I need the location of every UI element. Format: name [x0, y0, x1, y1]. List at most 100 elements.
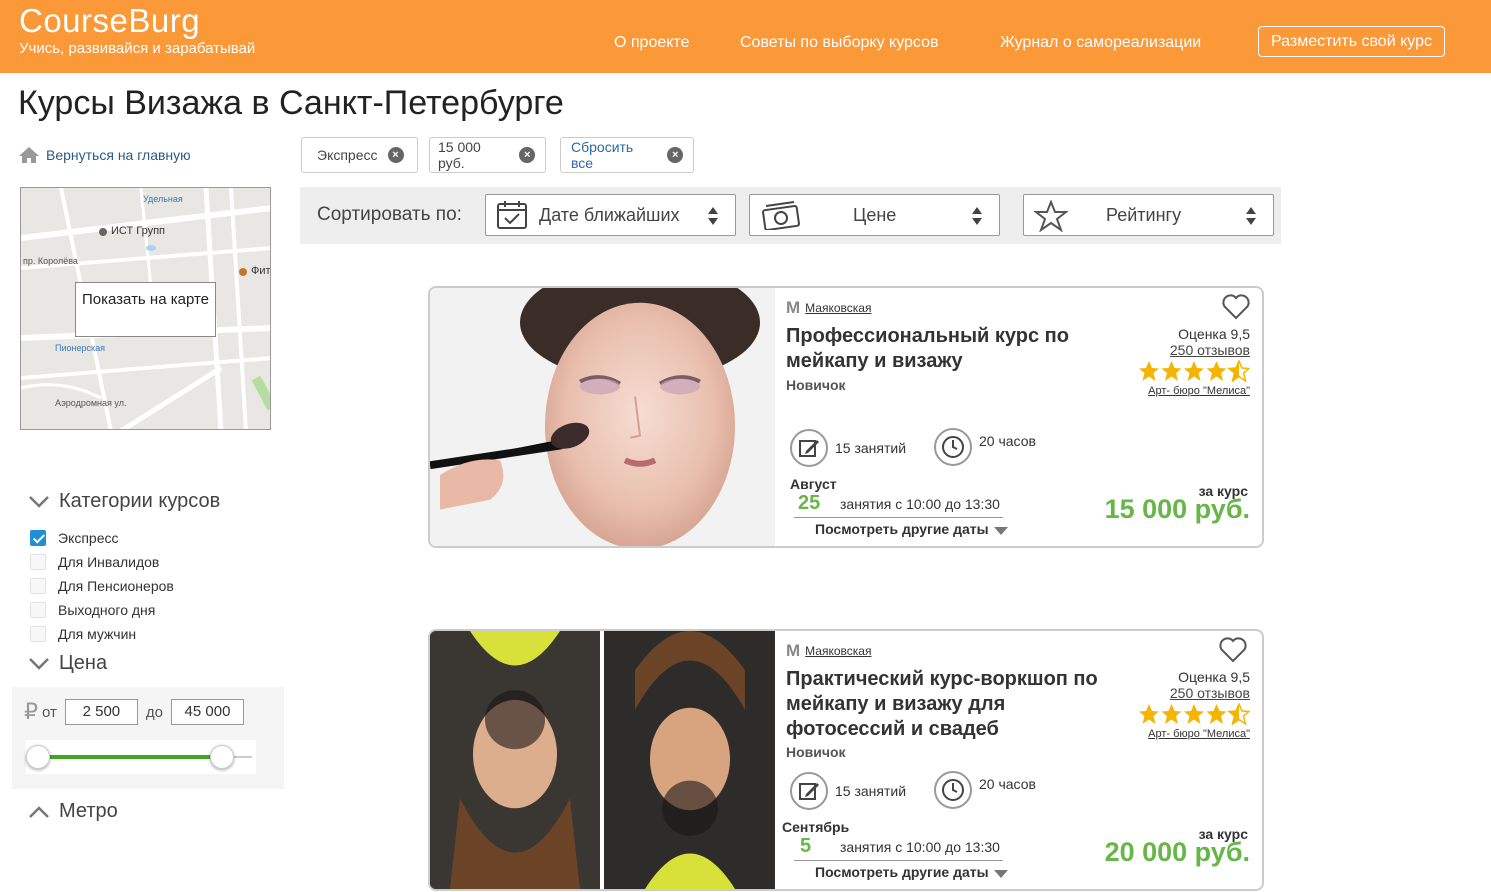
other-dates-label: Посмотреть другие даты: [815, 864, 989, 880]
sort-by-price[interactable]: Цене: [749, 194, 1000, 236]
category-pensioners[interactable]: Для Пенсионеров: [30, 578, 174, 594]
sort-arrows-icon: [1246, 207, 1256, 225]
sort-option-label: Цене: [853, 205, 897, 225]
nav-about[interactable]: О проекте: [614, 34, 689, 52]
school-link[interactable]: Арт- бюро "Мелиса": [1138, 385, 1250, 397]
checkbox[interactable]: [30, 626, 46, 642]
price-to-label: до: [145, 703, 163, 721]
star-rating: [1138, 702, 1251, 728]
course-card[interactable]: M Маяковская Профессиональный курс по ме…: [428, 286, 1264, 548]
slider-max-handle[interactable]: [210, 745, 235, 769]
metro-station[interactable]: M Маяковская: [786, 641, 871, 661]
hours-label: 20 часов: [979, 433, 1036, 449]
chip-label: 15 000 руб.: [438, 139, 481, 171]
course-photo: [430, 631, 775, 889]
price-from-label: от: [42, 703, 57, 721]
metro-icon: M: [786, 641, 801, 660]
category-label: Выходного дня: [58, 602, 156, 618]
school-link[interactable]: Арт- бюро "Мелиса": [1138, 728, 1250, 740]
price-from-input[interactable]: 2 500: [64, 699, 138, 725]
sort-arrows-icon: [972, 207, 982, 225]
lessons-label: 15 занятий: [835, 783, 907, 799]
sort-by-date[interactable]: Дате ближайших: [485, 194, 736, 236]
category-disabled[interactable]: Для Инвалидов: [30, 554, 159, 570]
heart-icon[interactable]: [1219, 637, 1247, 663]
nav-journal[interactable]: Журнал о самореализации: [1000, 34, 1201, 52]
course-time: занятия с 10:00 до 13:30: [840, 496, 1000, 512]
course-day: 5: [800, 835, 812, 857]
map-label: ИСТ Групп: [111, 225, 166, 237]
slider-min-handle[interactable]: [26, 745, 50, 769]
checkbox[interactable]: [30, 578, 46, 594]
filter-chip-express[interactable]: Экспресс ×: [301, 137, 418, 173]
heart-icon[interactable]: [1222, 294, 1250, 320]
home-icon: [19, 147, 39, 163]
show-on-map-button[interactable]: Показать на карте: [75, 282, 216, 337]
post-course-button[interactable]: Разместить свой курс: [1258, 26, 1445, 57]
tagline: Учись, развивайся и зарабатывай: [19, 40, 256, 57]
ruble-icon: ₽: [24, 699, 38, 724]
reset-label: Сбросить все: [571, 139, 634, 171]
sort-option-label: Дате ближайших: [539, 205, 680, 225]
metro-toggle[interactable]: Метро: [28, 800, 118, 823]
star-icon: [1227, 359, 1251, 383]
hours-count: 20 часов: [934, 428, 1036, 466]
course-card[interactable]: M Маяковская Практический курс-воркшоп п…: [428, 629, 1264, 891]
course-price: 20 000 руб.: [1104, 837, 1250, 867]
clock-icon: [934, 771, 972, 809]
divider: [794, 860, 1003, 861]
filter-chip-price[interactable]: 15 000 руб. ×: [429, 137, 546, 173]
other-dates-toggle[interactable]: Посмотреть другие даты: [815, 521, 1008, 537]
map-label: Удельная: [143, 194, 183, 204]
category-express[interactable]: Экспресс: [30, 530, 119, 546]
price-title: Цена: [59, 652, 108, 674]
checkbox[interactable]: [30, 554, 46, 570]
reset-all-filters[interactable]: Сбросить все ×: [560, 137, 694, 173]
sort-bar: Сортировать по: Дате ближайших Цене Рейт…: [300, 187, 1281, 244]
edit-icon: [790, 772, 828, 810]
caret-down-icon: [993, 526, 1008, 535]
remove-icon[interactable]: ×: [667, 147, 683, 163]
map-label: пр. Королёва: [23, 256, 78, 266]
remove-icon[interactable]: ×: [519, 147, 535, 163]
page-title: Курсы Визажа в Санкт-Петербурге: [18, 84, 564, 122]
categories-toggle[interactable]: Категории курсов: [28, 490, 220, 513]
price-range-slider[interactable]: [26, 740, 256, 774]
course-time: занятия с 10:00 до 13:30: [840, 839, 1000, 855]
sort-option-label: Рейтингу: [1106, 205, 1182, 225]
reviews-link[interactable]: 250 отзывов: [1138, 685, 1250, 701]
back-link-label[interactable]: Вернуться на главную: [46, 147, 191, 163]
course-level: Новичок: [786, 377, 846, 393]
map-label: Фит: [251, 265, 271, 277]
course-title[interactable]: Профессиональный курс по мейкапу и визаж…: [786, 324, 1116, 374]
star-icon: [1227, 702, 1251, 726]
star-icon: [1139, 704, 1159, 724]
nav-tips[interactable]: Советы по выборку курсов: [740, 34, 938, 52]
sort-by-rating[interactable]: Рейтингу: [1023, 194, 1274, 236]
category-weekend[interactable]: Выходного дня: [30, 602, 155, 618]
metro-station-name[interactable]: Маяковская: [805, 301, 871, 315]
category-label: Для Инвалидов: [58, 554, 160, 570]
price-toggle[interactable]: Цена: [28, 652, 107, 675]
checkbox[interactable]: [30, 602, 46, 618]
category-men[interactable]: Для мужчин: [30, 626, 136, 642]
lessons-label: 15 занятий: [835, 440, 907, 456]
remove-icon[interactable]: ×: [387, 147, 404, 163]
checkbox[interactable]: [30, 530, 46, 546]
price-to-input[interactable]: 45 000: [171, 699, 244, 725]
course-level: Новичок: [786, 744, 846, 760]
course-title[interactable]: Практический курс-воркшоп по мейкапу и в…: [786, 667, 1116, 742]
lessons-count: 15 занятий: [790, 772, 906, 810]
back-to-home[interactable]: Вернуться на главную: [18, 144, 191, 166]
map-preview[interactable]: Удельная ИСТ Групп пр. Королёва Фит Пион…: [20, 187, 271, 430]
metro-station-name[interactable]: Маяковская: [805, 644, 871, 658]
reviews-link[interactable]: 250 отзывов: [1138, 342, 1250, 358]
categories-title: Категории курсов: [59, 490, 221, 512]
other-dates-toggle[interactable]: Посмотреть другие даты: [815, 864, 1008, 880]
course-photo: [430, 288, 775, 546]
course-price: 15 000 руб.: [1104, 494, 1250, 524]
metro-station[interactable]: M Маяковская: [786, 298, 871, 318]
star-rating: [1138, 359, 1251, 385]
logo[interactable]: CourseBurg: [19, 2, 200, 40]
star-icon: [1161, 361, 1182, 381]
